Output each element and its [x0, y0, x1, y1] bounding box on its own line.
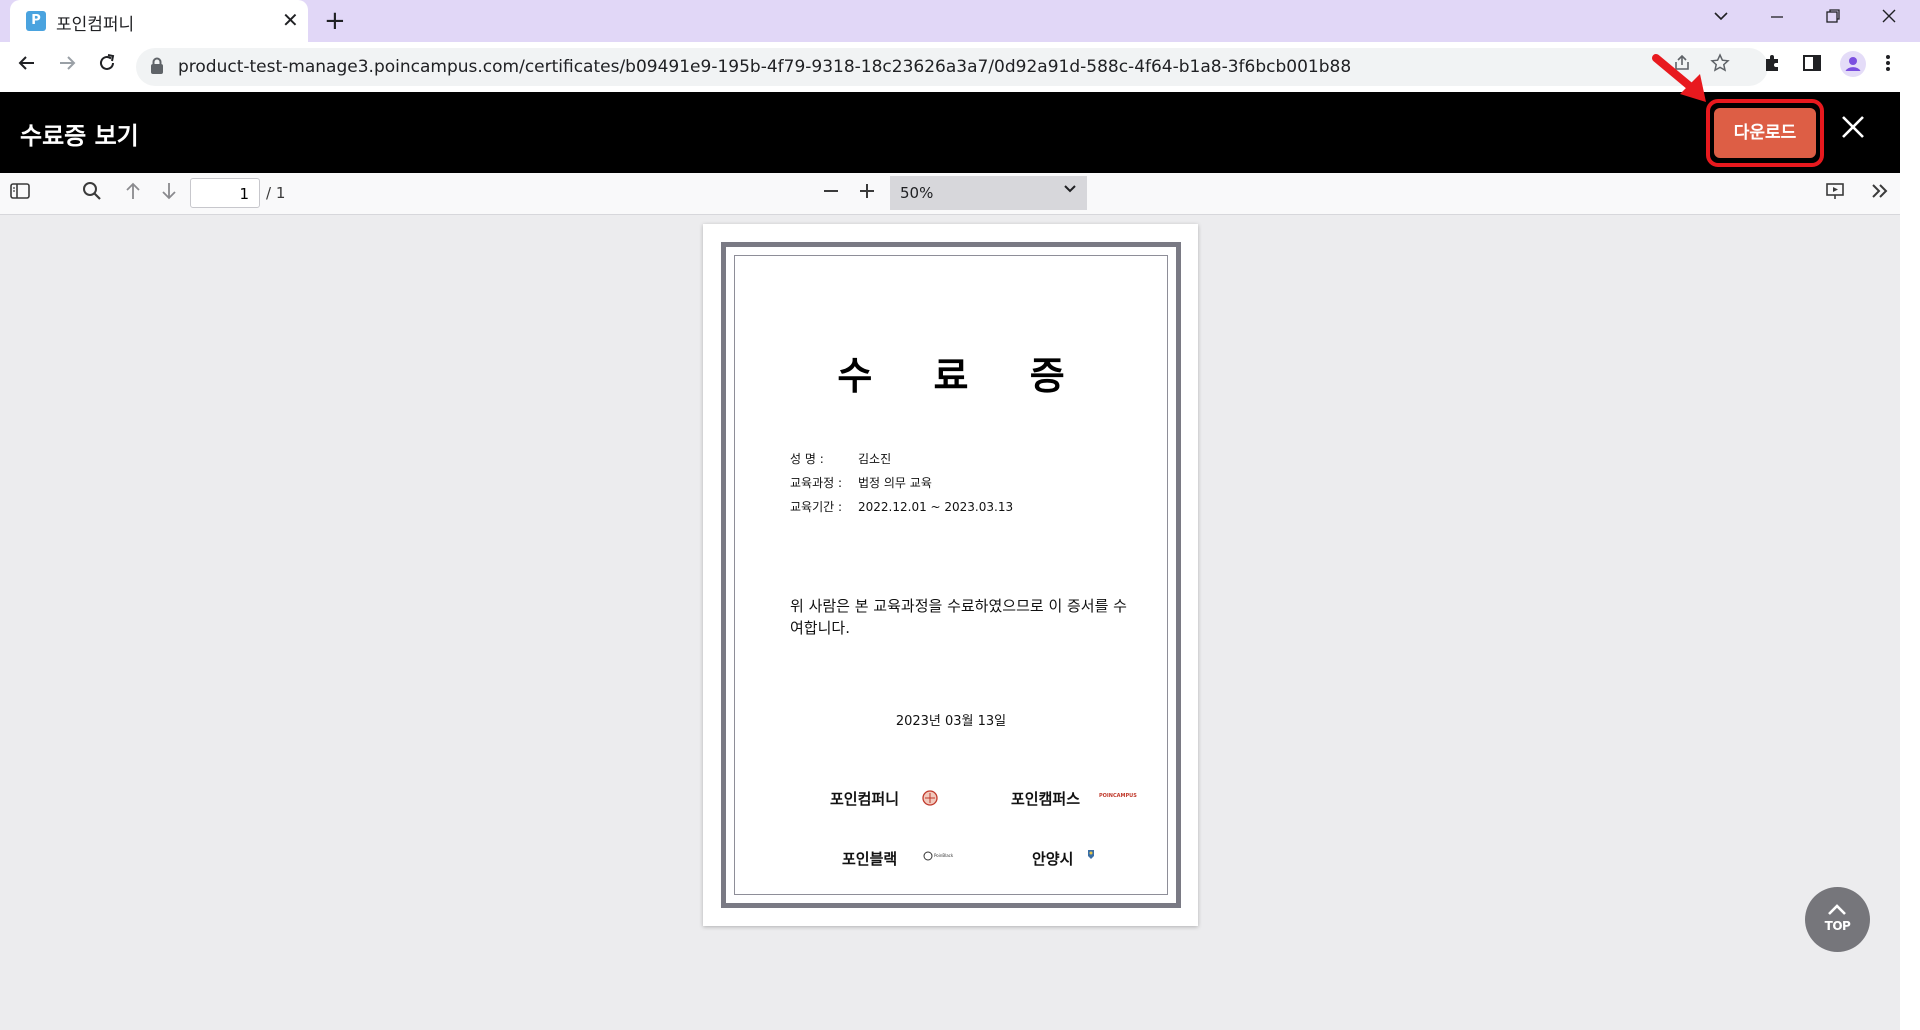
previous-page-icon[interactable]	[124, 181, 142, 206]
address-bar[interactable]: product-test-manage3.poincampus.com/cert…	[136, 48, 1768, 86]
download-button[interactable]: 다운로드	[1714, 108, 1816, 158]
side-panel-icon[interactable]	[1802, 52, 1822, 80]
restore-icon[interactable]	[1824, 6, 1842, 34]
page-number-input[interactable]: 1	[190, 178, 260, 208]
next-page-icon[interactable]	[160, 181, 178, 206]
scrollbar[interactable]	[1900, 92, 1920, 1030]
top-label: TOP	[1824, 919, 1851, 933]
poincompany-seal-icon	[922, 790, 938, 806]
lock-icon[interactable]	[150, 57, 164, 75]
zoom-value: 50%	[900, 184, 934, 202]
sidebar-toggle-icon[interactable]	[10, 181, 30, 205]
info-label: 교육과정 :	[790, 476, 843, 490]
minimize-icon[interactable]	[1768, 6, 1786, 34]
anyang-emblem-icon	[1088, 850, 1094, 859]
info-value: 법정 의무 교육	[858, 476, 932, 490]
url-text[interactable]: product-test-manage3.poincampus.com/cert…	[178, 57, 1351, 77]
modal-header: 수료증 보기 다운로드	[0, 92, 1900, 173]
info-label: 성 명 :	[790, 452, 824, 466]
tab-search-icon[interactable]	[1712, 6, 1730, 34]
certificate-body-text: 위 사람은 본 교육과정을 수료하였으므로 이 증서를 수여합니다.	[790, 597, 1127, 637]
profile-avatar-icon[interactable]	[1840, 51, 1866, 84]
signatory-poincompany: 포인컴퍼니	[830, 790, 900, 808]
signatory-poinblack: 포인블랙	[842, 850, 898, 868]
back-icon[interactable]	[16, 52, 38, 82]
info-name-row: 성 명 : 김소진	[790, 450, 891, 467]
tab-close-icon[interactable]: ✕	[282, 9, 299, 31]
presentation-mode-icon[interactable]	[1825, 181, 1845, 205]
certificate-title: 수 료 증	[837, 354, 1089, 398]
close-icon[interactable]	[1838, 112, 1868, 142]
modal-title: 수료증 보기	[20, 122, 139, 150]
info-value: 2022.12.01 ~ 2023.03.13	[858, 500, 1014, 514]
red-arrow-icon	[1652, 54, 1706, 102]
browser-tab[interactable]: P 포인컴퍼니 ✕	[10, 0, 308, 42]
certificate-border: 수 료 증 성 명 : 김소진 교육과정 : 법정 의무 교육 교육기간 : 2022…	[721, 242, 1181, 908]
search-icon[interactable]	[82, 181, 102, 206]
poincampus-logo-icon: POINCAMPUS	[1099, 793, 1137, 799]
window-close-icon[interactable]	[1880, 6, 1898, 34]
new-tab-button[interactable]: +	[324, 6, 346, 36]
tab-strip: P 포인컴퍼니 ✕ +	[0, 0, 1920, 42]
menu-kebab-icon[interactable]	[1884, 52, 1892, 80]
info-label: 교육기간 :	[790, 500, 843, 514]
poinblack-logo-icon: PoinBlack	[923, 850, 955, 862]
pdf-page: 수 료 증 성 명 : 김소진 교육과정 : 법정 의무 교육 교육기간 : 2022…	[703, 224, 1198, 926]
chevron-down-icon	[1063, 182, 1077, 200]
forward-icon[interactable]	[56, 52, 78, 82]
reload-icon[interactable]	[96, 52, 118, 82]
zoom-in-icon[interactable]	[858, 181, 876, 205]
signatory-anyang: 안양시	[1032, 850, 1074, 868]
favicon-icon: P	[26, 11, 46, 31]
pdf-toolbar: 1 / 1 50%	[0, 173, 1900, 215]
info-period-row: 교육기간 : 2022.12.01 ~ 2023.03.13	[790, 498, 1013, 515]
scroll-to-top-button[interactable]: TOP	[1805, 887, 1870, 952]
chevron-up-icon	[1828, 904, 1846, 915]
certificate-date: 2023년 03월 13일	[895, 714, 1007, 729]
page-total: / 1	[266, 184, 286, 202]
tab-title: 포인컴퍼니	[56, 15, 135, 35]
tools-menu-icon[interactable]	[1870, 181, 1890, 205]
zoom-out-icon[interactable]	[822, 181, 840, 205]
browser-toolbar: product-test-manage3.poincampus.com/cert…	[0, 42, 1920, 92]
info-value: 김소진	[858, 452, 892, 466]
info-course-row: 교육과정 : 법정 의무 교육	[790, 474, 932, 491]
signatory-poincampus: 포인캠퍼스	[1011, 790, 1081, 808]
zoom-select[interactable]: 50%	[890, 176, 1087, 210]
extensions-icon[interactable]	[1762, 52, 1782, 80]
